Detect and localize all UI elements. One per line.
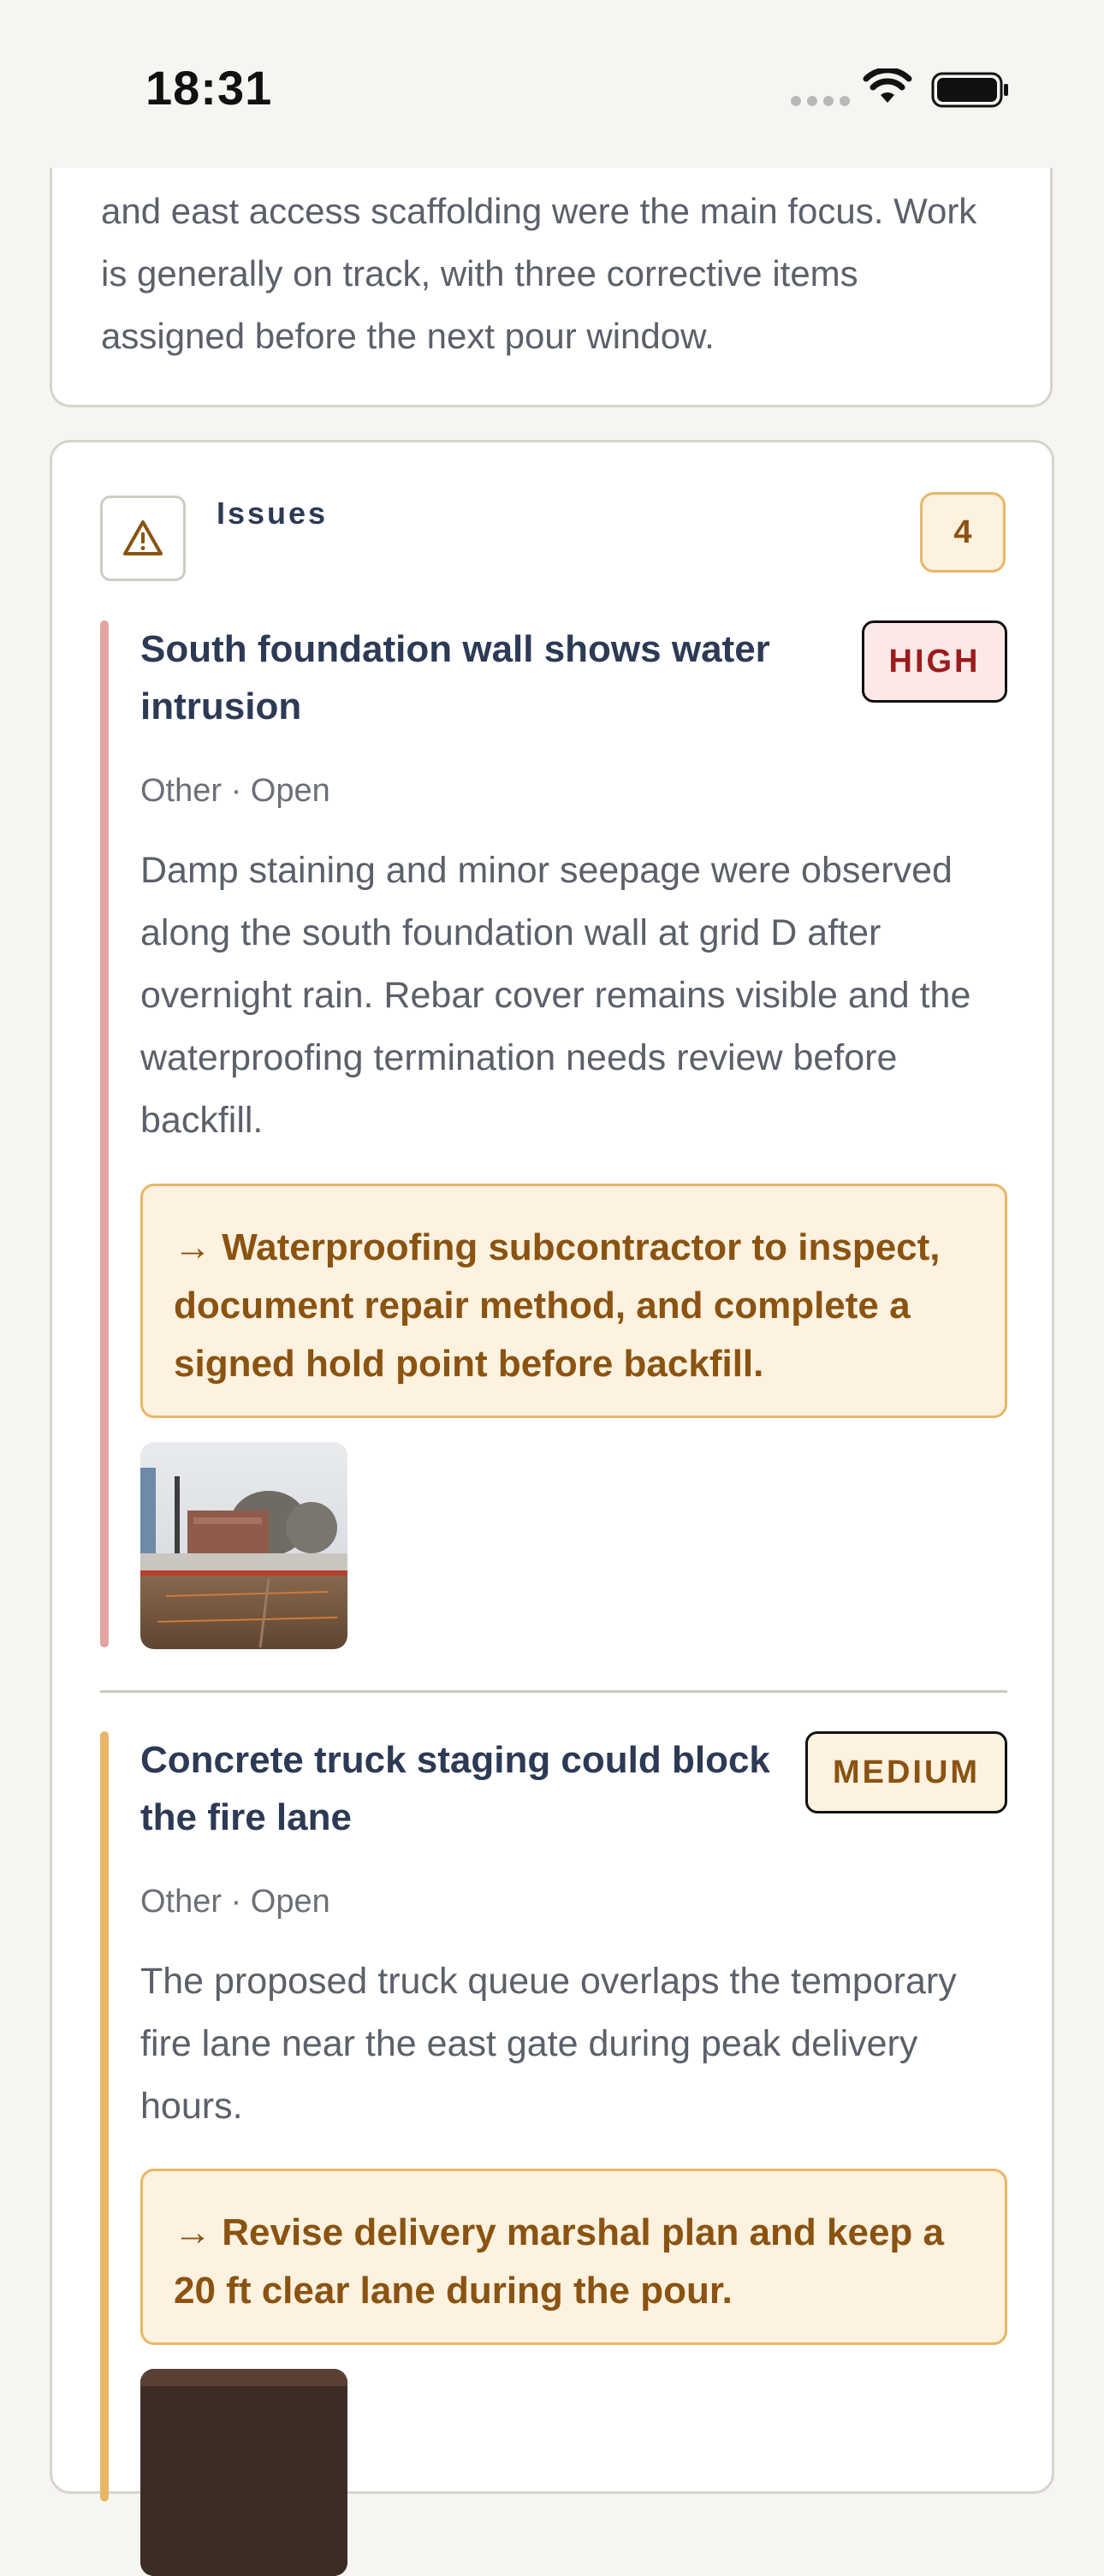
summary-card: and east access scaffolding were the mai… — [50, 128, 1053, 407]
wifi-icon — [863, 68, 912, 103]
issue-divider — [100, 1690, 1007, 1693]
issue-description: Damp staining and minor seepage were obs… — [140, 850, 971, 1141]
cellular-signal-icon — [791, 96, 850, 106]
issue-title: Concrete truck staging could block the f… — [140, 1739, 770, 1838]
issues-card: Issues 4 South foundation wall shows wat… — [50, 440, 1054, 2576]
summary-text: and east access scaffolding were the mai… — [101, 191, 977, 356]
issue-action-note: → Revise delivery marshal plan and keep … — [140, 2169, 1007, 2345]
issue-photo-thumbnail[interactable] — [140, 1442, 347, 1649]
issue-title: South foundation wall shows water intrus… — [140, 628, 770, 727]
status-bar: 18:31 — [0, 0, 1104, 168]
issue-severity-accent — [100, 1731, 109, 2502]
severity-badge: HIGH — [862, 620, 1007, 703]
issue-item[interactable]: Concrete truck staging could block the f… — [100, 1731, 1007, 2576]
issue-action-note: → Waterproofing subcontractor to inspect… — [140, 1184, 1007, 1418]
issue-description: The proposed truck queue overlaps the te… — [140, 1961, 957, 2127]
issue-meta: Other · Open — [140, 773, 330, 809]
warning-icon — [100, 496, 186, 581]
status-time: 18:31 — [145, 61, 273, 115]
issue-severity-accent — [100, 620, 109, 1647]
issues-count-badge: 4 — [920, 492, 1006, 573]
issue-item[interactable]: South foundation wall shows water intrus… — [100, 620, 1007, 1661]
issues-section-title: Issues — [217, 496, 329, 531]
severity-badge: MEDIUM — [805, 1731, 1007, 1813]
issue-meta: Other · Open — [140, 1884, 330, 1920]
issue-photo-thumbnail[interactable] — [140, 2369, 347, 2576]
battery-icon — [931, 72, 1008, 108]
